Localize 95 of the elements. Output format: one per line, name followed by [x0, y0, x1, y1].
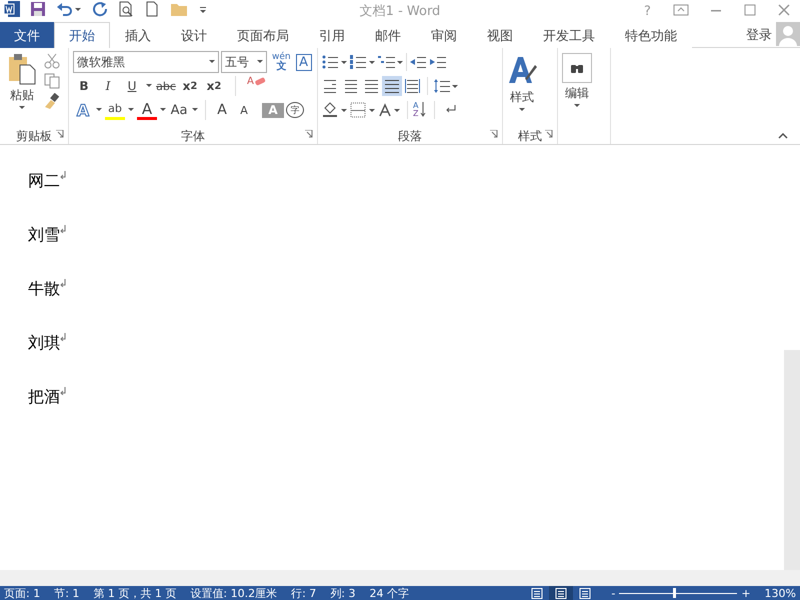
ribbon-tab[interactable]: 文件 — [0, 22, 54, 48]
align-right-icon[interactable] — [362, 78, 380, 94]
caret-icon — [18, 106, 26, 111]
group-label: 剪贴板 — [16, 128, 52, 144]
shading-icon[interactable] — [322, 102, 348, 118]
binoculars-icon — [570, 62, 584, 74]
ribbon-display-icon[interactable] — [673, 2, 689, 16]
dialog-launcher-icon[interactable] — [490, 130, 498, 138]
dropdown-caret-icon[interactable] — [145, 83, 153, 89]
print-layout-icon[interactable] — [555, 588, 568, 598]
decrease-indent-icon[interactable] — [409, 54, 427, 70]
sign-in-link[interactable]: 登录 — [742, 22, 776, 47]
strike-button[interactable]: abc — [155, 76, 177, 96]
font-size-field[interactable]: 五号 — [221, 51, 267, 73]
paragraph-mark-icon — [60, 333, 66, 341]
grow-font-button[interactable]: A — [212, 100, 232, 120]
enclose-characters-button[interactable]: 字 — [286, 102, 304, 118]
status-text: 第 1 页，共 1 页 — [93, 586, 176, 600]
text-effect-button[interactable]: A — [73, 100, 93, 120]
document-text: 刘琪 — [28, 333, 60, 354]
clear-formatting-button[interactable]: A — [246, 76, 267, 96]
group-label: 字体 — [181, 128, 205, 144]
caret-icon — [518, 108, 526, 113]
multilevel-list-icon[interactable] — [378, 54, 404, 70]
bold-button[interactable]: B — [73, 76, 95, 96]
collapse-ribbon-icon[interactable] — [778, 133, 788, 139]
underline-button[interactable]: U — [121, 76, 143, 96]
maximize-icon[interactable] — [743, 2, 757, 16]
caret-icon — [573, 104, 581, 109]
distributed-icon[interactable] — [404, 78, 422, 94]
justify-icon — [384, 78, 400, 94]
close-icon[interactable] — [777, 2, 791, 16]
paste-label: 粘贴 — [10, 87, 34, 104]
format-painter-icon[interactable] — [44, 93, 60, 109]
phonetic-guide-button[interactable]: wén 文 — [269, 52, 294, 72]
text-direction-icon[interactable] — [378, 102, 402, 118]
dropdown-caret-icon[interactable] — [159, 107, 167, 113]
font-name-field[interactable]: 微软雅黑 — [73, 51, 219, 73]
status-text: 行: 7 — [291, 586, 316, 600]
undo-icon[interactable] — [56, 1, 82, 17]
italic-button[interactable]: I — [97, 76, 119, 96]
font-color-button[interactable]: A — [137, 100, 157, 120]
window-title: 文档1 - Word — [360, 3, 440, 20]
group-label: 样式 — [518, 128, 542, 144]
document-text: 刘雪 — [28, 225, 60, 246]
shrink-font-button[interactable]: A — [234, 100, 254, 120]
status-text: 列: 3 — [330, 586, 356, 600]
zoom-in-button[interactable]: + — [741, 586, 751, 600]
styles-button[interactable]: 样式 — [507, 51, 537, 128]
dialog-launcher-icon[interactable] — [545, 130, 553, 138]
align-center-icon[interactable] — [342, 78, 360, 94]
status-text: 24 个字 — [370, 586, 409, 600]
avatar-icon — [776, 22, 800, 46]
dropdown-caret-icon[interactable] — [127, 107, 135, 113]
dropdown-caret-icon[interactable] — [95, 107, 103, 113]
web-layout-icon[interactable] — [579, 588, 592, 598]
borders-icon[interactable] — [350, 102, 376, 118]
justify-button[interactable] — [382, 76, 402, 96]
group-label: 段落 — [398, 128, 422, 144]
highlight-button[interactable]: ab — [105, 100, 125, 120]
character-border-button[interactable]: A — [296, 54, 312, 70]
redo-icon[interactable] — [92, 1, 108, 17]
paragraph-mark-icon — [60, 387, 66, 395]
line-spacing-icon[interactable] — [433, 78, 459, 94]
paste-button[interactable]: 粘贴 — [4, 51, 40, 128]
new-document-icon[interactable] — [144, 1, 160, 17]
document-text: 牛散 — [28, 279, 60, 300]
dropdown-caret-icon[interactable] — [191, 107, 199, 113]
scissors-icon[interactable] — [44, 53, 60, 69]
zoom-out-button[interactable]: - — [611, 586, 616, 600]
increase-indent-icon[interactable] — [429, 54, 447, 70]
document-text: 把酒 — [28, 387, 60, 408]
ribbon-tab[interactable]: 开始 — [54, 22, 110, 48]
read-mode-icon[interactable] — [531, 588, 544, 598]
numbering-icon[interactable] — [350, 54, 376, 70]
paragraph-mark-icon — [60, 171, 66, 179]
editing-button[interactable]: 编辑 — [562, 51, 592, 128]
status-text: 设置值: 10.2厘米 — [190, 586, 278, 600]
document-text: 网二 — [28, 171, 60, 192]
zoom-level[interactable]: 130% — [764, 586, 796, 600]
eraser-icon — [254, 76, 266, 86]
sort-button[interactable]: A Z — [413, 102, 426, 118]
print-preview-icon[interactable] — [118, 1, 134, 17]
paragraph-mark-icon — [60, 279, 66, 287]
bullets-icon[interactable] — [322, 54, 348, 70]
zoom-slider-thumb[interactable] — [672, 588, 676, 598]
paragraph-mark-icon — [60, 225, 66, 233]
status-text: 页面: 1 — [4, 586, 40, 600]
status-text: 节: 1 — [54, 586, 80, 600]
save-icon[interactable] — [30, 1, 46, 17]
change-case-button[interactable]: Aa — [169, 100, 189, 120]
dialog-launcher-icon[interactable] — [56, 130, 64, 138]
clipboard-icon — [8, 53, 36, 85]
dialog-launcher-icon[interactable] — [305, 130, 313, 138]
word-logo-icon — [4, 1, 20, 17]
